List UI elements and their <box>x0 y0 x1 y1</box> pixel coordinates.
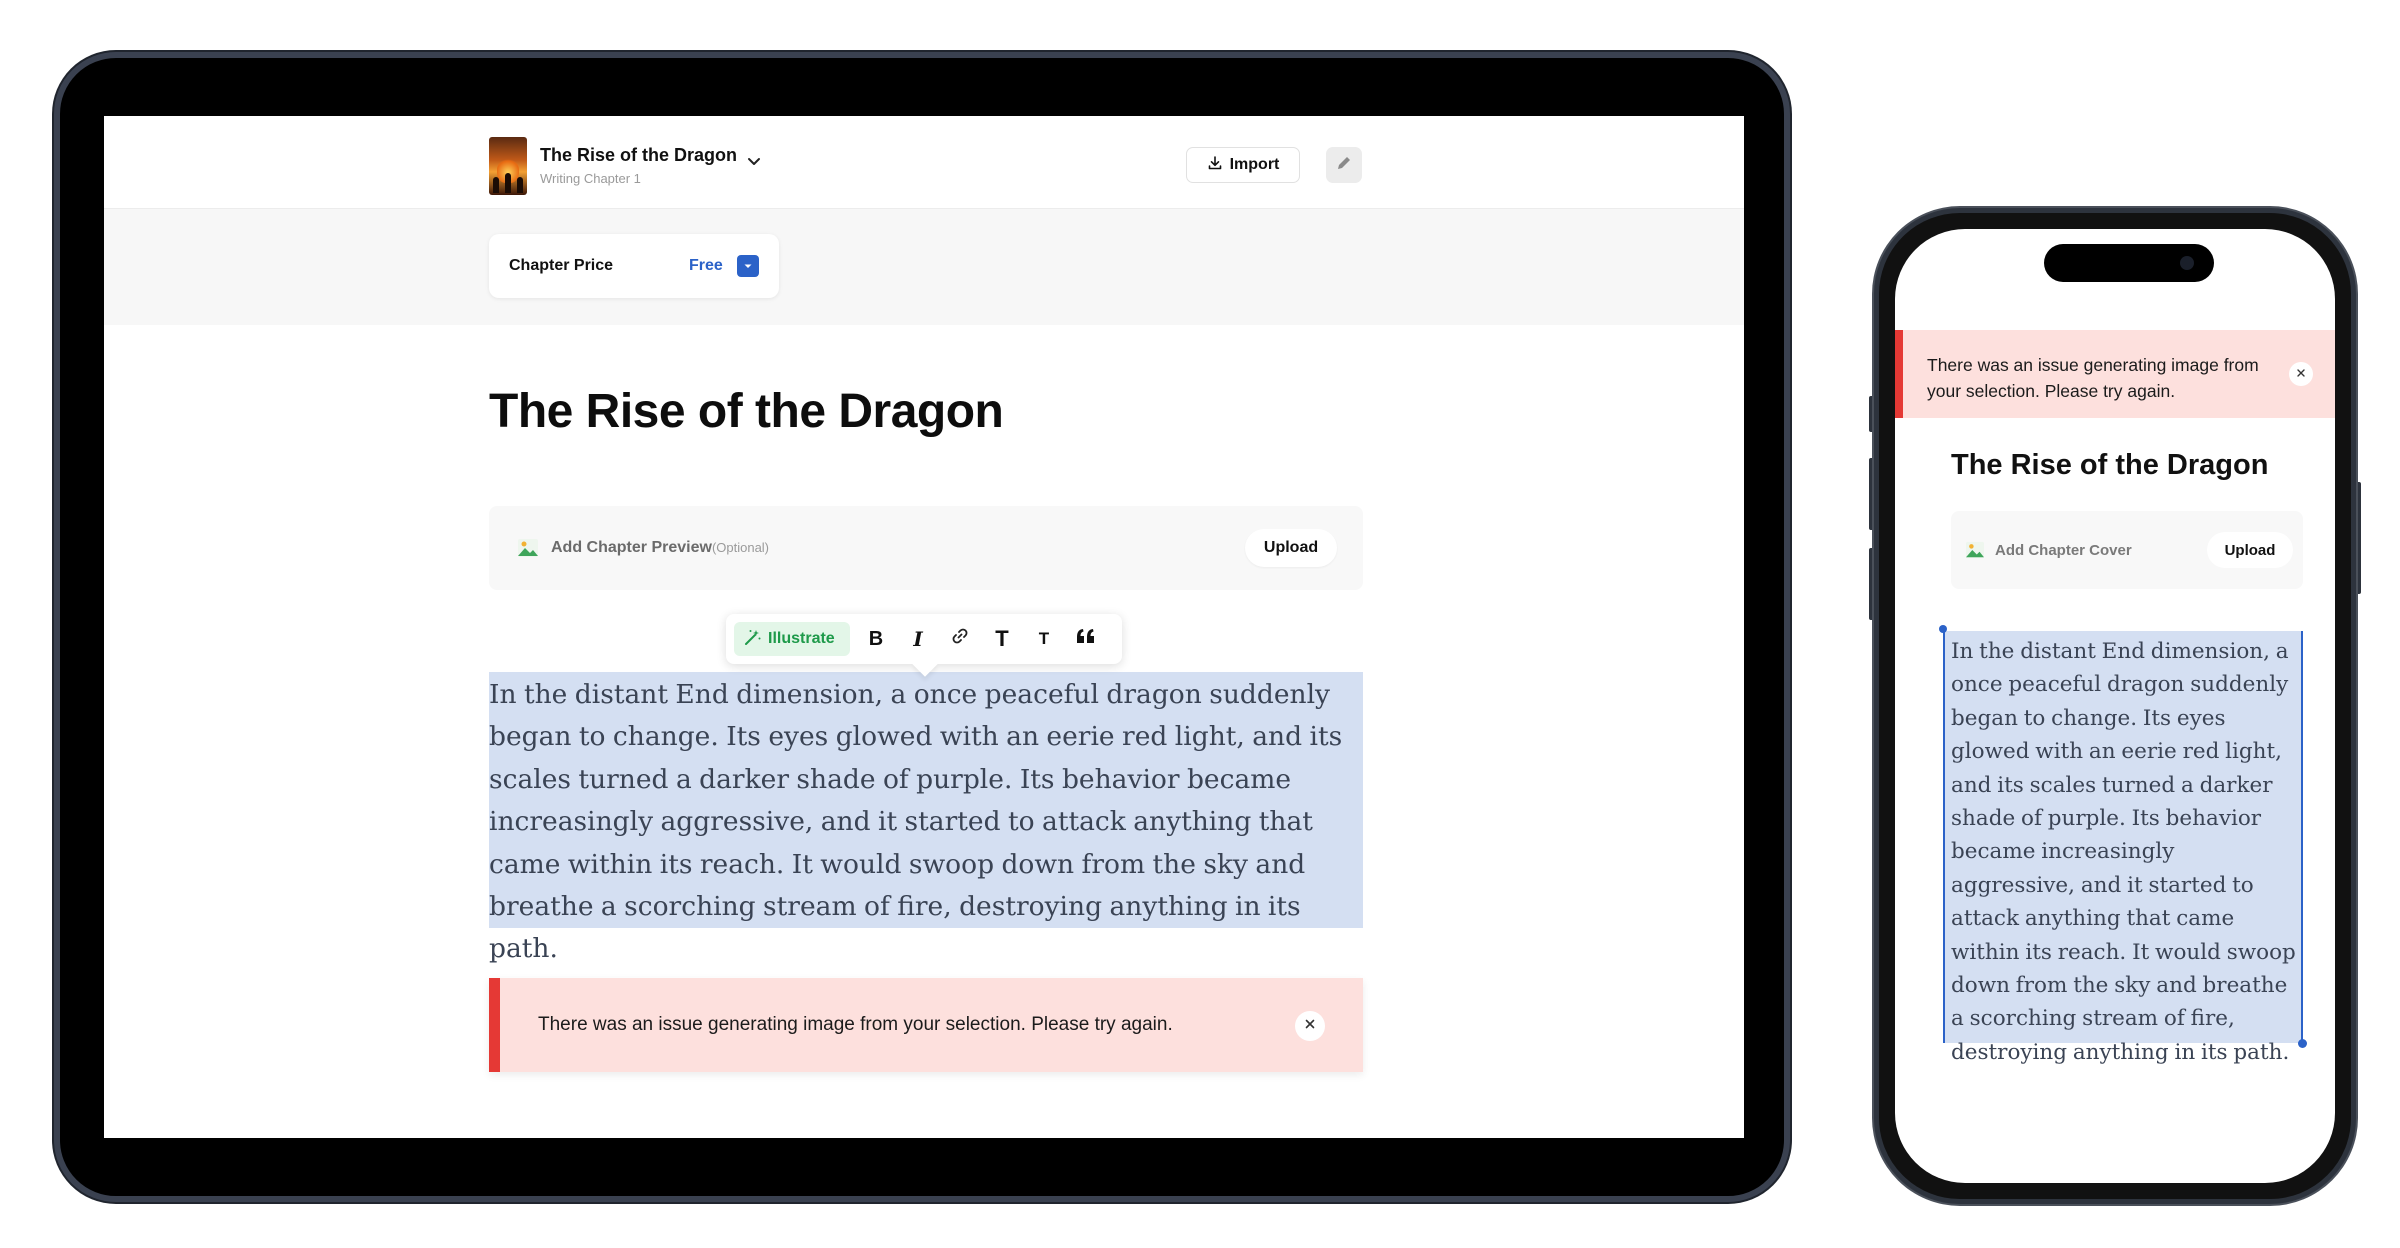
chapter-preview-box: Add Chapter Preview(Optional) Upload <box>489 506 1363 590</box>
chapter-title[interactable]: The Rise of the Dragon <box>489 384 1004 439</box>
link-button[interactable] <box>943 622 977 656</box>
download-icon <box>1207 155 1223 176</box>
phone-chapter-body-text[interactable]: In the distant End dimension, a once pea… <box>1951 635 2303 1069</box>
chapter-price-card: Chapter Price Free <box>489 234 779 298</box>
quote-icon <box>1075 627 1097 651</box>
import-label: Import <box>1229 156 1280 173</box>
tablet-screen: The Rise of the Dragon Writing Chapter 1… <box>104 116 1744 1138</box>
illustrate-button[interactable]: Illustrate <box>734 622 850 656</box>
image-icon <box>517 538 539 558</box>
close-icon <box>1304 1017 1316 1035</box>
error-message: There was an issue generating image from… <box>538 1014 1173 1035</box>
phone-chapter-cover-box: Add Chapter Cover Upload <box>1951 511 2303 589</box>
heading-large-button[interactable]: T <box>985 622 1019 656</box>
close-icon <box>2296 365 2306 383</box>
heading-small-button[interactable]: T <box>1027 622 1061 656</box>
price-dropdown-caret-icon[interactable] <box>737 255 759 277</box>
error-banner: There was an issue generating image from… <box>489 978 1363 1072</box>
format-toolbar: Illustrate B I T T <box>726 614 1122 664</box>
bold-button[interactable]: B <box>859 622 893 656</box>
pencil-icon <box>1335 154 1353 177</box>
price-band <box>104 209 1744 325</box>
phone-chapter-cover-label: Add Chapter Cover <box>1995 542 2132 559</box>
chapter-preview-label: Add Chapter Preview(Optional) <box>551 539 770 556</box>
chapter-price-label: Chapter Price <box>509 257 614 274</box>
chapter-body-text[interactable]: In the distant End dimension, a once pea… <box>489 674 1369 971</box>
phone-error-banner: There was an issue generating image from… <box>1895 330 2335 418</box>
phone-cover-upload-button[interactable]: Upload <box>2207 532 2293 568</box>
editor-header: The Rise of the Dragon Writing Chapter 1… <box>104 116 1744 209</box>
chapter-price-value[interactable]: Free <box>689 257 723 275</box>
selection-start-handle[interactable] <box>1939 625 1947 633</box>
optional-tag: (Optional) <box>711 540 770 555</box>
error-close-button[interactable] <box>1295 1011 1325 1041</box>
book-title[interactable]: The Rise of the Dragon <box>540 145 737 166</box>
import-button[interactable]: Import <box>1186 147 1300 183</box>
preview-upload-button[interactable]: Upload <box>1245 529 1337 567</box>
illustrate-label: Illustrate <box>768 630 835 647</box>
italic-button[interactable]: I <box>901 622 935 656</box>
link-icon <box>950 626 970 652</box>
phone-chapter-title[interactable]: The Rise of the Dragon <box>1951 449 2268 482</box>
magic-wand-icon <box>744 628 762 651</box>
image-icon <box>1965 541 1985 559</box>
tablet-device: The Rise of the Dragon Writing Chapter 1… <box>54 52 1790 1202</box>
book-switcher-chevron-icon[interactable] <box>744 152 764 172</box>
phone-screen: There was an issue generating image from… <box>1895 229 2335 1183</box>
phone-error-message: There was an issue generating image from… <box>1927 355 2259 401</box>
quote-button[interactable] <box>1069 622 1103 656</box>
book-cover-image[interactable] <box>489 137 527 195</box>
phone-error-close-button[interactable] <box>2289 362 2313 386</box>
phone-device: There was an issue generating image from… <box>1874 208 2356 1204</box>
book-subtitle: Writing Chapter 1 <box>540 171 641 186</box>
dynamic-island <box>2044 244 2214 282</box>
edit-button[interactable] <box>1326 147 1362 183</box>
